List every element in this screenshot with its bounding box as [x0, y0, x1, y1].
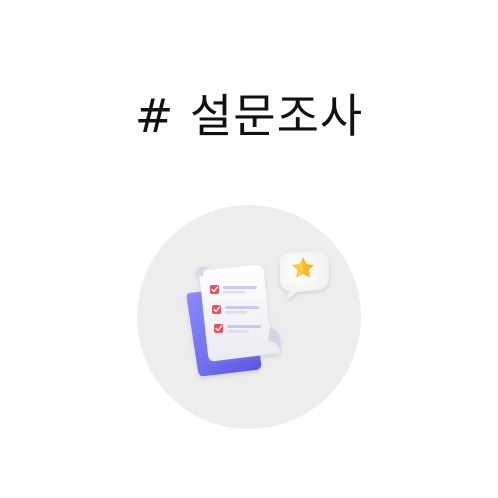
survey-card[interactable]: # 설문조사 — [0, 0, 498, 498]
survey-checklist-icon — [186, 251, 329, 377]
star-speech-bubble-icon — [279, 251, 329, 300]
page-title: # 설문조사 — [134, 89, 364, 143]
survey-icon-badge — [137, 205, 361, 429]
